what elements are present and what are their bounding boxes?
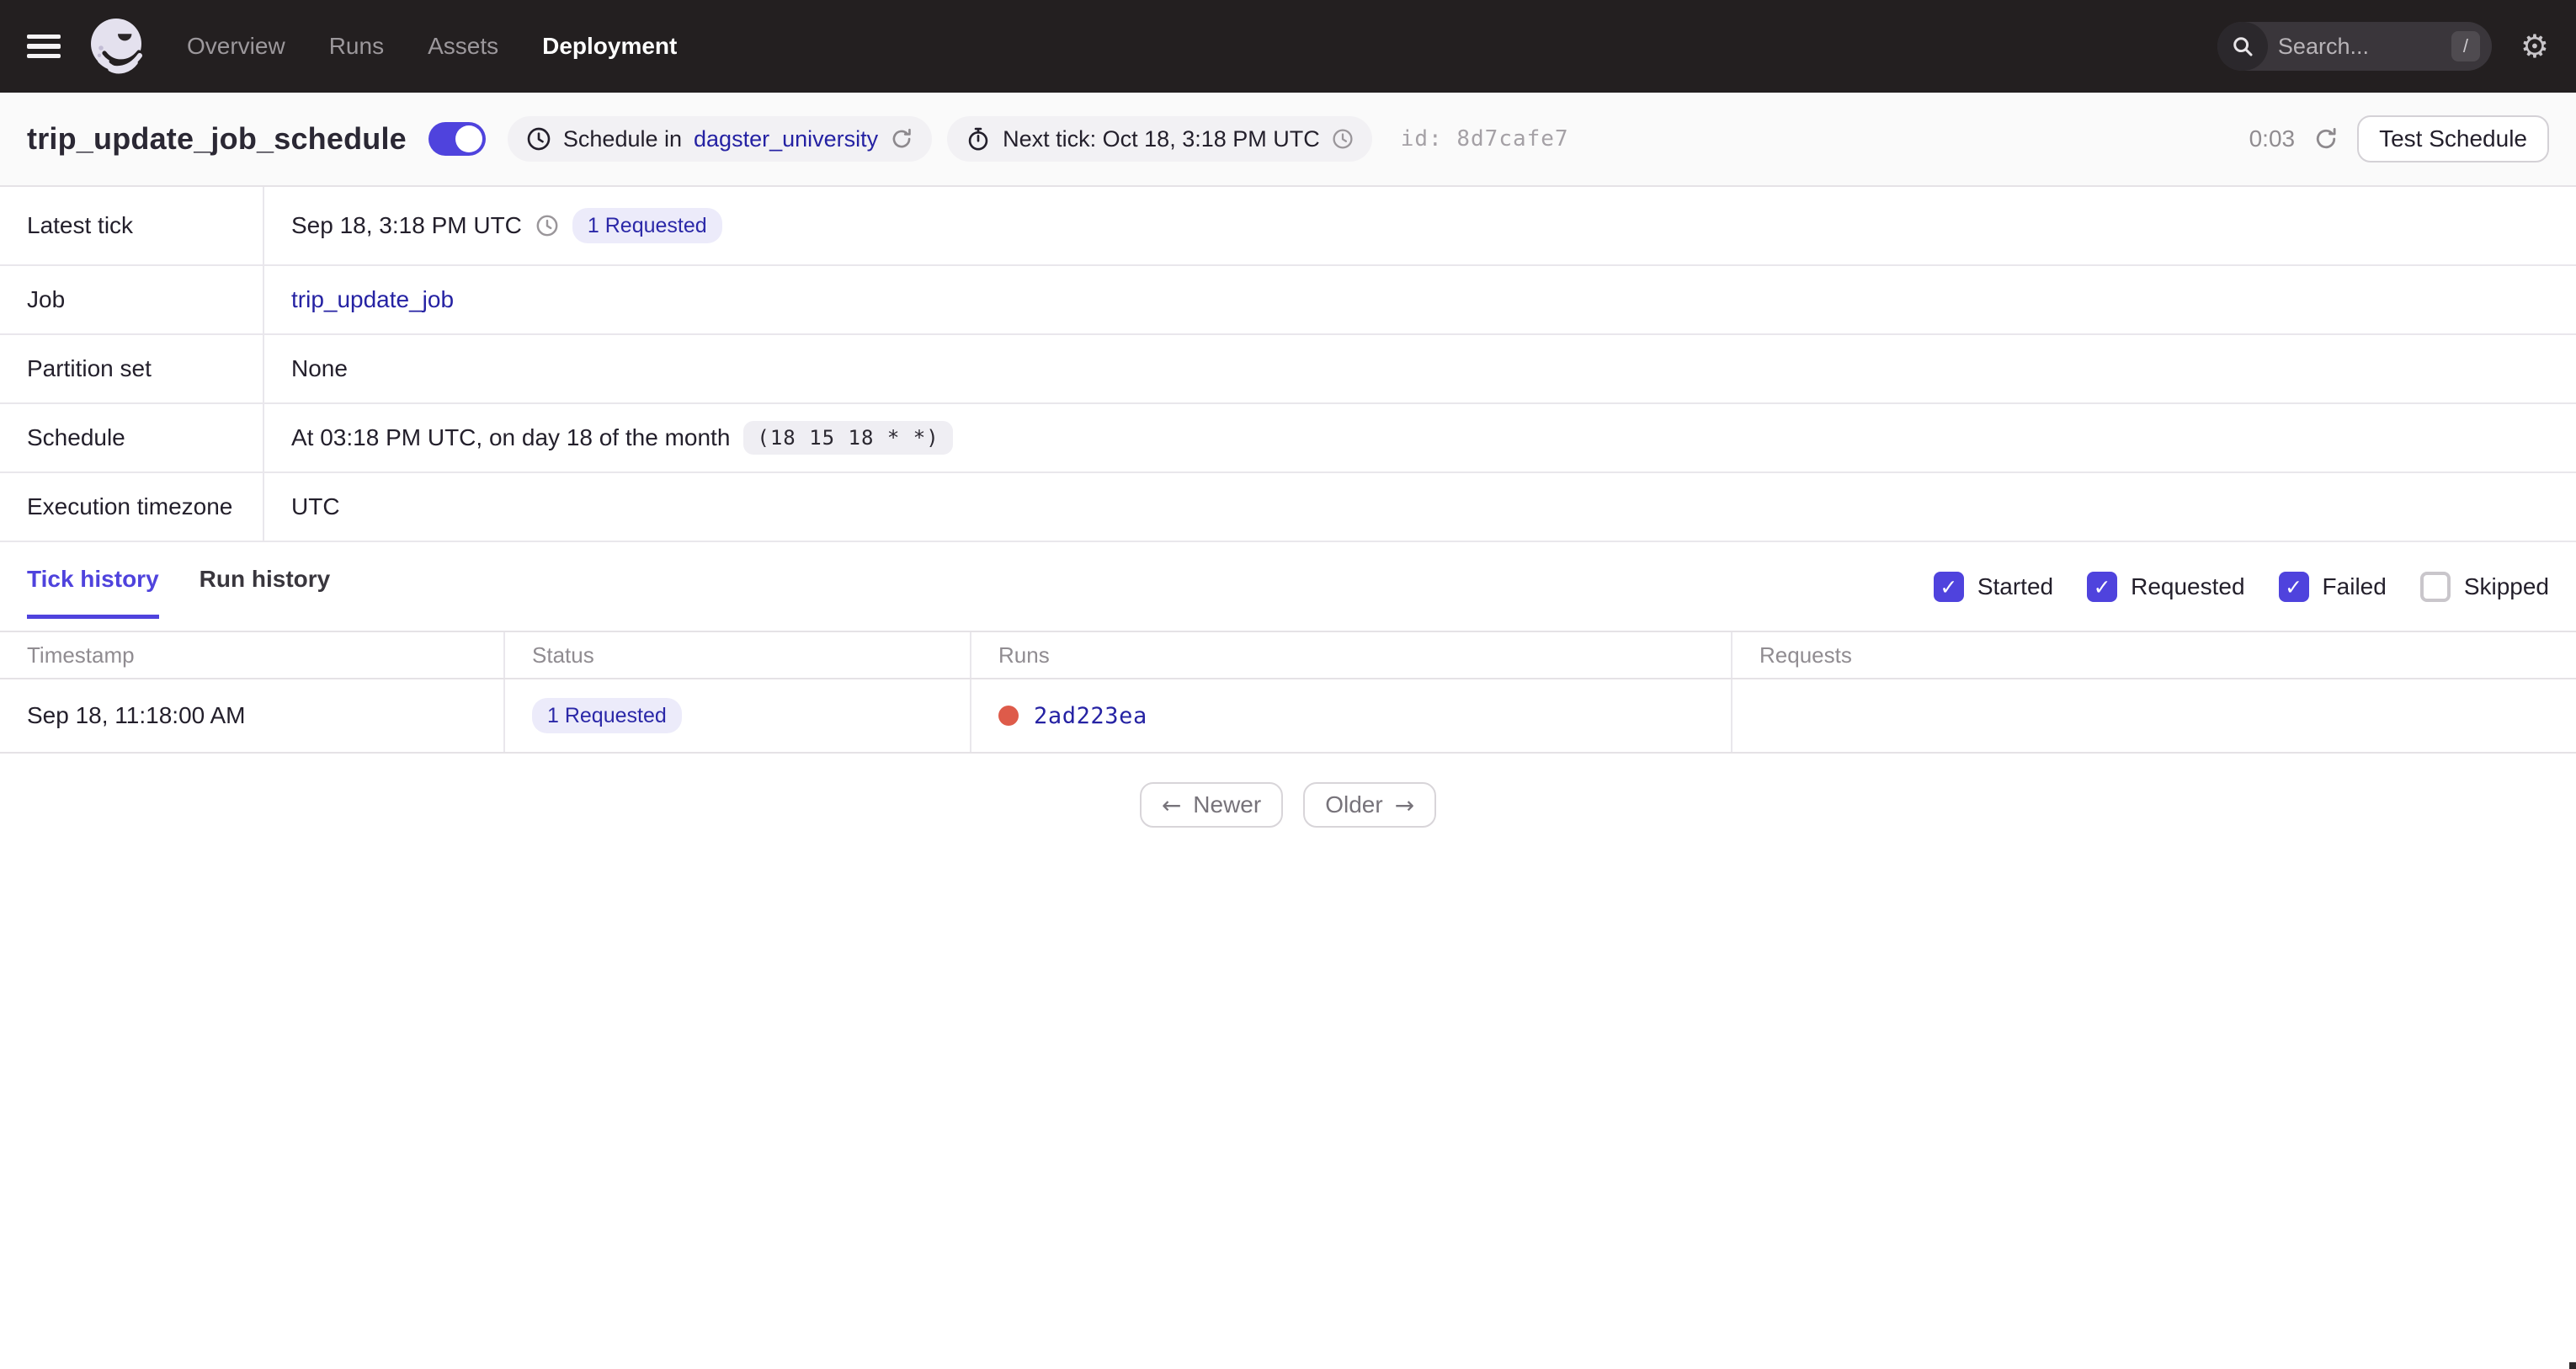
nav-item-assets[interactable]: Assets — [428, 33, 498, 60]
nav-item-deployment[interactable]: Deployment — [542, 33, 677, 60]
tick-timestamp: Sep 18, 11:18:00 AM — [0, 679, 505, 752]
job-link[interactable]: trip_update_job — [291, 286, 454, 313]
page-title: trip_update_job_schedule — [27, 121, 407, 156]
checkbox-checked-icon[interactable]: ✓ — [2278, 572, 2309, 602]
tick-history-table: Timestamp Status Runs Requests Sep 18, 1… — [0, 631, 2576, 754]
checkbox-checked-icon[interactable]: ✓ — [2087, 572, 2118, 602]
tick-requests-cell — [1732, 679, 2576, 752]
partition-set-value: None — [291, 355, 348, 381]
schedule-id: id: 8d7cafe7 — [1400, 126, 1569, 152]
detail-row-partition-set: Partition set None — [0, 335, 2576, 404]
pagination: ← Newer Older → — [0, 782, 2576, 828]
older-label: Older — [1325, 791, 1383, 818]
run-failed-status-dot-icon — [998, 706, 1019, 726]
newer-button[interactable]: ← Newer — [1139, 782, 1284, 828]
timezone-clock-icon[interactable] — [1332, 128, 1354, 150]
schedule-title-bar: trip_update_job_schedule Schedule in dag… — [0, 93, 2576, 187]
detail-label: Partition set — [0, 335, 264, 402]
search-box[interactable]: / — [2217, 22, 2492, 71]
detail-label: Execution timezone — [0, 473, 264, 541]
scrollbar-corner-artifact — [2569, 1362, 2576, 1369]
cron-expression-badge: (18 15 18 * *) — [743, 421, 953, 455]
table-row: Sep 18, 11:18:00 AM 1 Requested 2ad223ea — [0, 679, 2576, 754]
detail-row-schedule: Schedule At 03:18 PM UTC, on day 18 of t… — [0, 404, 2576, 473]
detail-label: Schedule — [0, 404, 264, 471]
tab-tick-history[interactable]: Tick history — [27, 566, 159, 619]
detail-label: Latest tick — [0, 187, 264, 264]
repo-location-link[interactable]: dagster_university — [694, 126, 878, 152]
tick-status-filters: ✓ Started ✓ Requested ✓ Failed Skipped — [1933, 572, 2549, 619]
nav-item-runs[interactable]: Runs — [329, 33, 384, 60]
clock-icon[interactable] — [535, 214, 559, 237]
test-schedule-button[interactable]: Test Schedule — [2357, 115, 2549, 162]
arrow-right-icon: → — [1394, 791, 1415, 819]
latest-tick-time: Sep 18, 3:18 PM UTC — [291, 212, 522, 238]
refresh-icon[interactable] — [2313, 126, 2339, 152]
next-tick-label: Next tick: Oct 18, 3:18 PM UTC — [1003, 125, 1320, 152]
latest-tick-status-badge: 1 Requested — [572, 208, 722, 243]
newer-label: Newer — [1193, 791, 1262, 818]
top-nav: Overview Runs Assets Deployment / ⚙ — [0, 0, 2576, 93]
column-header-status: Status — [505, 632, 971, 678]
search-shortcut-key: / — [2451, 31, 2480, 61]
search-input[interactable] — [2267, 33, 2451, 60]
app-window: Overview Runs Assets Deployment / ⚙ trip… — [0, 0, 2576, 1369]
dagster-logo-icon[interactable] — [82, 13, 150, 80]
filter-started[interactable]: ✓ Started — [1933, 572, 2054, 602]
run-id-link[interactable]: 2ad223ea — [1034, 703, 1147, 729]
tab-run-history[interactable]: Run history — [200, 566, 331, 619]
timezone-value: UTC — [291, 493, 340, 519]
search-icon — [2217, 22, 2268, 71]
history-tabs-row: Tick history Run history ✓ Started ✓ Req… — [0, 542, 2576, 619]
gear-icon[interactable]: ⚙ — [2520, 30, 2549, 62]
older-button[interactable]: Older → — [1303, 782, 1437, 828]
detail-row-latest-tick: Latest tick Sep 18, 3:18 PM UTC 1 Reques… — [0, 187, 2576, 266]
next-tick-badge: Next tick: Oct 18, 3:18 PM UTC — [947, 116, 1372, 162]
table-header-row: Timestamp Status Runs Requests — [0, 632, 2576, 679]
filter-skipped[interactable]: Skipped — [2419, 572, 2549, 602]
reload-icon[interactable] — [890, 127, 913, 151]
checkbox-checked-icon[interactable]: ✓ — [1933, 572, 1964, 602]
nav-item-overview[interactable]: Overview — [187, 33, 285, 60]
filter-label: Started — [1977, 573, 2054, 599]
filter-label: Requested — [2131, 573, 2245, 599]
schedule-in-label: Schedule in — [562, 125, 683, 152]
schedule-details: Latest tick Sep 18, 3:18 PM UTC 1 Reques… — [0, 187, 2576, 542]
detail-label: Job — [0, 266, 264, 333]
detail-row-job: Job trip_update_job — [0, 266, 2576, 335]
detail-row-execution-timezone: Execution timezone UTC — [0, 473, 2576, 542]
filter-label: Failed — [2322, 573, 2387, 599]
filter-label: Skipped — [2463, 573, 2549, 599]
column-header-requests: Requests — [1759, 642, 1852, 668]
schedule-location-badge: Schedule in dagster_university — [507, 116, 933, 162]
filter-failed[interactable]: ✓ Failed — [2278, 572, 2387, 602]
tick-status-badge[interactable]: 1 Requested — [532, 698, 682, 733]
stopwatch-icon — [968, 127, 988, 151]
schedule-enabled-toggle[interactable] — [428, 122, 486, 156]
arrow-left-icon: ← — [1161, 791, 1182, 819]
column-header-timestamp: Timestamp — [0, 632, 505, 678]
column-header-runs: Runs — [971, 632, 1732, 678]
hamburger-menu-icon[interactable] — [27, 35, 61, 58]
refresh-countdown: 0:03 — [2249, 125, 2296, 152]
schedule-description: At 03:18 PM UTC, on day 18 of the month — [291, 424, 731, 450]
checkbox-unchecked-icon[interactable] — [2419, 572, 2451, 602]
nav-links: Overview Runs Assets Deployment — [187, 33, 677, 60]
clock-icon — [527, 127, 551, 151]
filter-requested[interactable]: ✓ Requested — [2087, 572, 2245, 602]
